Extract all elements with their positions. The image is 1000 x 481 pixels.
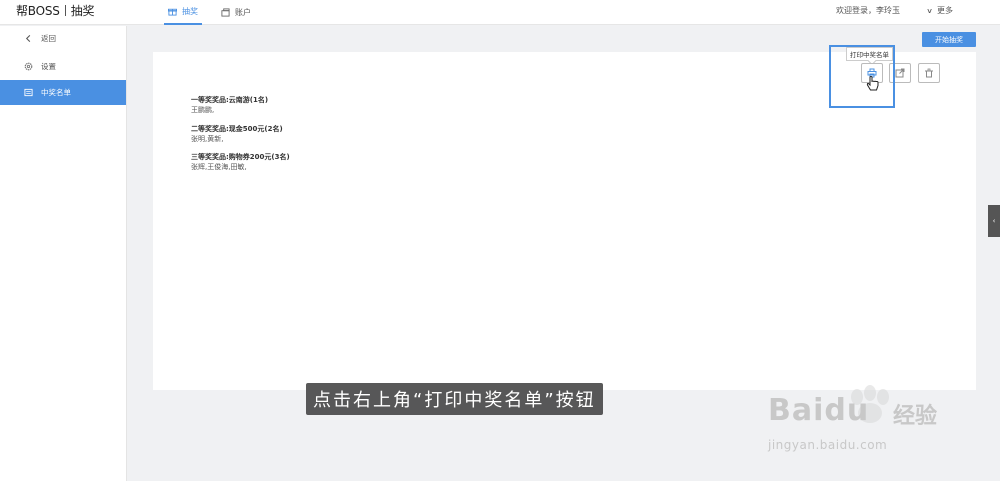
logo-divider — [64, 5, 66, 16]
gift-icon — [168, 8, 177, 16]
export-icon — [895, 68, 905, 78]
tab-label: 账户 — [235, 8, 251, 17]
tab-label: 抽奖 — [182, 7, 198, 16]
chevron-down-icon: ∨ — [926, 6, 933, 15]
hand-cursor-icon — [866, 76, 879, 91]
watermark-url: jingyan.baidu.com — [768, 438, 888, 452]
sidebar-item-label: 设置 — [41, 62, 56, 71]
prize-group: 二等奖奖品:现金500元(2名) 张明,黄新, — [191, 124, 283, 144]
account-icon — [221, 8, 230, 17]
tab-lottery[interactable]: 抽奖 — [164, 0, 202, 25]
prize-title: 三等奖奖品:购物券200元(3名) — [191, 153, 290, 161]
highlight-box — [829, 45, 895, 108]
start-lottery-button[interactable]: 开始抽奖 — [922, 32, 976, 47]
tab-account[interactable]: 账户 — [217, 0, 255, 25]
delete-button[interactable] — [918, 63, 940, 83]
logo-brand: 帮BOSS — [16, 4, 60, 18]
welcome-text: 欢迎登录，李玲玉 — [836, 6, 900, 15]
collapse-handle[interactable]: ‹ — [988, 205, 1000, 237]
sidebar-item-winners[interactable]: 中奖名单 — [0, 80, 126, 105]
chevron-left-icon: ‹ — [992, 217, 996, 225]
prize-winners: 张辉,王俊海,田敏, — [191, 163, 247, 171]
prize-winners: 王鹏鹏, — [191, 106, 215, 114]
more-label: 更多 — [937, 6, 953, 15]
prize-title: 二等奖奖品:现金500元(2名) — [191, 125, 283, 133]
delete-icon — [925, 68, 933, 78]
list-icon — [24, 88, 33, 97]
sidebar-item-settings[interactable]: 设置 — [0, 54, 126, 79]
gear-icon — [24, 62, 33, 71]
sidebar: 返回 设置 中奖名单 — [0, 26, 127, 481]
chevron-left-icon — [25, 34, 31, 43]
prize-winners: 张明,黄新, — [191, 135, 224, 143]
sidebar-item-label: 中奖名单 — [41, 88, 71, 97]
top-bar: 帮BOSS 抽奖 抽奖 账户 欢迎登录，李玲玉 ∨ 更多 — [0, 0, 1000, 25]
prize-group: 三等奖奖品:购物券200元(3名) 张辉,王俊海,田敏, — [191, 152, 290, 172]
watermark-brand: Baidu — [768, 393, 870, 428]
watermark-cn: 经验 — [893, 404, 938, 429]
more-menu[interactable]: ∨ 更多 — [926, 5, 953, 16]
tutorial-caption: 点击右上角“打印中奖名单”按钮 — [306, 383, 603, 415]
prize-group: 一等奖奖品:云南游(1名) 王鹏鹏, — [191, 95, 268, 115]
prize-title: 一等奖奖品:云南游(1名) — [191, 96, 269, 104]
sidebar-item-back[interactable]: 返回 — [0, 26, 126, 51]
sidebar-item-label: 返回 — [41, 34, 56, 43]
logo-module: 抽奖 — [70, 4, 95, 18]
app-logo[interactable]: 帮BOSS 抽奖 — [16, 2, 95, 19]
